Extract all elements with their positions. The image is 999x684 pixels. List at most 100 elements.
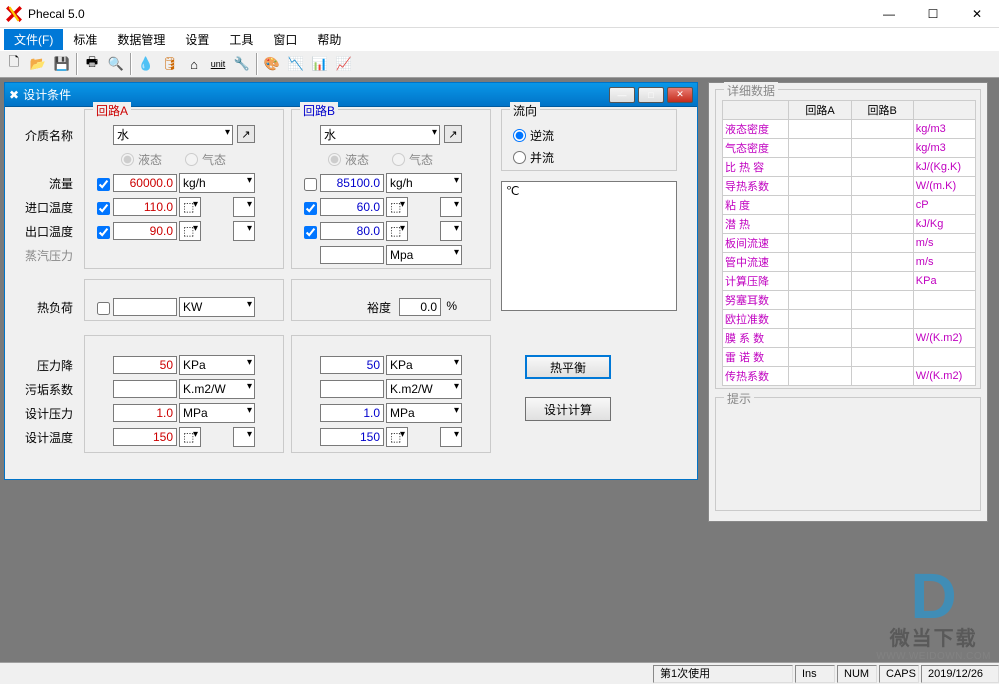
- sel-a-outlet-dd[interactable]: [233, 221, 255, 241]
- group-title-flowdir: 流向: [510, 102, 540, 119]
- menu-settings[interactable]: 设置: [175, 29, 219, 50]
- chart3-icon[interactable]: 📈: [332, 53, 356, 75]
- txt-b-foul[interactable]: [320, 380, 384, 398]
- drop-icon[interactable]: 💧: [134, 53, 158, 75]
- radio-a-liquid[interactable]: 液态: [121, 151, 162, 168]
- sel-b-inlet-dd[interactable]: [440, 197, 462, 217]
- unit-icon[interactable]: unit: [206, 53, 230, 75]
- sel-heatload-unit[interactable]: KW: [179, 297, 255, 317]
- txt-a-flow[interactable]: 60000.0: [113, 174, 177, 192]
- txt-b-steam[interactable]: [320, 246, 384, 264]
- menu-window[interactable]: 窗口: [263, 29, 307, 50]
- btn-a-medium-browse[interactable]: ↗: [237, 125, 255, 143]
- sel-a-dt-unit[interactable]: ⬚: [179, 427, 201, 447]
- chk-b-flow[interactable]: [304, 178, 317, 191]
- paint-icon[interactable]: 🎨: [260, 53, 284, 75]
- sel-b-steam-unit[interactable]: Mpa: [386, 245, 462, 265]
- txt-b-inlet[interactable]: 60.0: [320, 198, 384, 216]
- chk-b-outlet[interactable]: [304, 226, 317, 239]
- table-row: 导热系数W/(m.K): [723, 177, 976, 196]
- open-icon[interactable]: 📂: [26, 53, 50, 75]
- txt-a-dt[interactable]: 150: [113, 428, 177, 446]
- side-panel: 详细数据 回路A 回路B 液态密度kg/m3气态密度kg/m3比 热 容kJ/(…: [708, 82, 988, 522]
- close-button[interactable]: ✕: [955, 0, 999, 28]
- sel-b-outlet-unit[interactable]: ⬚: [386, 221, 408, 241]
- radio-b-gas[interactable]: 气态: [392, 151, 433, 168]
- watermark-name: 微当下载: [876, 622, 991, 651]
- child-close-button[interactable]: ✕: [667, 87, 693, 103]
- btn-b-medium-browse[interactable]: ↗: [444, 125, 462, 143]
- label-pct: %: [445, 299, 457, 313]
- table-row: 努塞耳数: [723, 291, 976, 310]
- table-row: 雷 诺 数: [723, 348, 976, 367]
- sel-a-inlet-unit[interactable]: ⬚: [179, 197, 201, 217]
- menu-file[interactable]: 文件(F): [4, 29, 63, 50]
- sel-b-dt-unit[interactable]: ⬚: [386, 427, 408, 447]
- sel-a-foul-unit[interactable]: K.m2/W: [179, 379, 255, 399]
- group-title-a: 回路A: [93, 102, 131, 119]
- txt-a-foul[interactable]: [113, 380, 177, 398]
- menu-data[interactable]: 数据管理: [107, 29, 175, 50]
- child-maximize-button[interactable]: □: [638, 87, 664, 103]
- btn-design-calc[interactable]: 设计计算: [525, 397, 611, 421]
- sel-b-outlet-dd[interactable]: [440, 221, 462, 241]
- txt-a-outlet[interactable]: 90.0: [113, 222, 177, 240]
- sel-a-inlet-dd[interactable]: [233, 197, 255, 217]
- table-row: 比 热 容kJ/(Kg.K): [723, 158, 976, 177]
- sel-a-outlet-unit[interactable]: ⬚: [179, 221, 201, 241]
- sel-b-foul-unit[interactable]: K.m2/W: [386, 379, 462, 399]
- minimize-button[interactable]: —: [867, 0, 911, 28]
- preview-icon[interactable]: 🔍: [104, 53, 128, 75]
- save-icon[interactable]: 💾: [50, 53, 74, 75]
- sel-b-inlet-unit[interactable]: ⬚: [386, 197, 408, 217]
- sel-a-pd-unit[interactable]: KPa: [179, 355, 255, 375]
- chk-heatload[interactable]: [97, 302, 110, 315]
- chk-a-outlet[interactable]: [97, 226, 110, 239]
- txt-b-outlet[interactable]: 80.0: [320, 222, 384, 240]
- sel-a-flow-unit[interactable]: kg/h: [179, 173, 255, 193]
- txt-a-dp[interactable]: 1.0: [113, 404, 177, 422]
- chk-a-flow[interactable]: [97, 178, 110, 191]
- config-icon[interactable]: 🔧: [230, 53, 254, 75]
- chk-b-inlet[interactable]: [304, 202, 317, 215]
- txt-b-flow[interactable]: 85100.0: [320, 174, 384, 192]
- radio-a-gas[interactable]: 气态: [185, 151, 226, 168]
- sel-a-dt-dd[interactable]: [233, 427, 255, 447]
- sel-b-pd-unit[interactable]: KPa: [386, 355, 462, 375]
- txt-a-pd[interactable]: 50: [113, 356, 177, 374]
- statusbar: 第1次使用 Ins NUM CAPS 2019/12/26: [0, 662, 999, 684]
- chart2-icon[interactable]: 📊: [308, 53, 332, 75]
- txt-b-dt[interactable]: 150: [320, 428, 384, 446]
- maximize-button[interactable]: ☐: [911, 0, 955, 28]
- menu-standard[interactable]: 标准: [63, 29, 107, 50]
- sel-a-medium[interactable]: 水: [113, 125, 233, 145]
- txt-heatload[interactable]: [113, 298, 177, 316]
- chk-a-inlet[interactable]: [97, 202, 110, 215]
- child-minimize-button[interactable]: —: [609, 87, 635, 103]
- sel-b-dp-unit[interactable]: MPa: [386, 403, 462, 423]
- app-icon: [5, 5, 23, 23]
- group-detail-data: 详细数据 回路A 回路B 液态密度kg/m3气态密度kg/m3比 热 容kJ/(…: [715, 89, 981, 389]
- sel-b-medium[interactable]: 水: [320, 125, 440, 145]
- sel-a-dp-unit[interactable]: MPa: [179, 403, 255, 423]
- tank-icon[interactable]: 🛢: [158, 53, 182, 75]
- txt-a-inlet[interactable]: 110.0: [113, 198, 177, 216]
- home-icon[interactable]: ⌂: [182, 53, 206, 75]
- new-icon[interactable]: 🗋: [2, 53, 26, 75]
- label-steam-p: 蒸汽压力: [13, 247, 73, 264]
- menu-help[interactable]: 帮助: [307, 29, 351, 50]
- print-icon[interactable]: 🖶: [80, 53, 104, 75]
- radio-reverse[interactable]: 逆流: [513, 127, 554, 144]
- txt-b-pd[interactable]: 50: [320, 356, 384, 374]
- label-margin: 裕度: [355, 299, 391, 316]
- menu-tools[interactable]: 工具: [219, 29, 263, 50]
- chart1-icon[interactable]: 📉: [284, 53, 308, 75]
- sel-b-dt-dd[interactable]: [440, 427, 462, 447]
- toolbar: 🗋 📂 💾 🖶 🔍 💧 🛢 ⌂ unit 🔧 🎨 📉 📊 📈: [0, 50, 999, 78]
- radio-parallel[interactable]: 并流: [513, 149, 554, 166]
- txt-margin[interactable]: 0.0: [399, 298, 441, 316]
- radio-b-liquid[interactable]: 液态: [328, 151, 369, 168]
- txt-b-dp[interactable]: 1.0: [320, 404, 384, 422]
- btn-heat-balance[interactable]: 热平衡: [525, 355, 611, 379]
- sel-b-flow-unit[interactable]: kg/h: [386, 173, 462, 193]
